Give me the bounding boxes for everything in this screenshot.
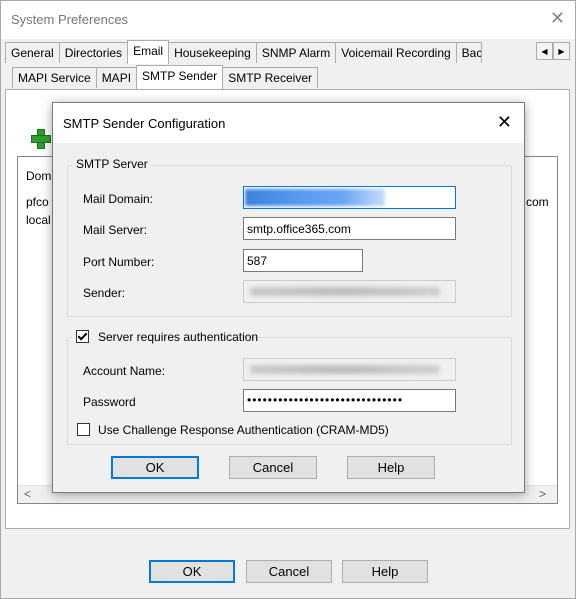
auth-checkbox-label[interactable]: Server requires authentication [98, 330, 258, 344]
dialog-ok-button[interactable]: OK [111, 456, 199, 479]
list-item[interactable]: pfco [26, 195, 49, 209]
tab-scroll-left-icon[interactable]: ◀ [536, 42, 553, 60]
cram-md5-checkbox[interactable] [77, 423, 90, 436]
mail-domain-input[interactable] [243, 186, 456, 209]
sender-input[interactable] [243, 280, 456, 303]
mail-domain-redacted-value [245, 189, 385, 206]
password-label: Password [83, 395, 136, 409]
tab-smtp-receiver[interactable]: SMTP Receiver [222, 67, 318, 88]
smtp-server-group-label: SMTP Server [73, 157, 151, 171]
window-close-icon[interactable]: ✕ [550, 9, 565, 27]
tab-smtp-sender[interactable]: SMTP Sender [136, 65, 224, 89]
mail-server-label: Mail Server: [83, 223, 148, 237]
cram-md5-label[interactable]: Use Challenge Response Authentication (C… [98, 423, 389, 437]
window-titlebar: System Preferences ✕ [1, 1, 575, 39]
port-number-label: Port Number: [83, 255, 155, 269]
tab-scroll-buttons: ◀ ▶ [536, 42, 570, 60]
sender-label: Sender: [83, 286, 126, 300]
account-name-redacted-value [250, 365, 440, 374]
smtp-sender-dialog: SMTP Sender Configuration ✕ SMTP Server … [52, 102, 525, 493]
tab-scroll-right-icon[interactable]: ▶ [553, 42, 570, 60]
scroll-right-icon[interactable]: > [539, 487, 546, 501]
list-item-overflow: com [526, 195, 549, 209]
tab-email[interactable]: Email [127, 40, 170, 64]
account-name-input[interactable] [243, 358, 456, 381]
scroll-left-icon[interactable]: < [24, 487, 31, 501]
add-icon[interactable] [31, 129, 51, 149]
dialog-cancel-button[interactable]: Cancel [229, 456, 317, 479]
tab-mapi-service[interactable]: MAPI Service [12, 67, 97, 88]
window-title: System Preferences [11, 12, 129, 27]
dialog-close-icon[interactable]: ✕ [497, 113, 512, 131]
auth-checkbox-wrapper: Server requires authentication [73, 329, 258, 345]
list-item[interactable]: local [26, 213, 51, 227]
tab-general[interactable]: General [5, 42, 60, 63]
mail-domain-label: Mail Domain: [83, 192, 154, 206]
tab-housekeeping[interactable]: Housekeeping [168, 42, 257, 63]
system-preferences-window: System Preferences ✕ General Directories… [0, 0, 576, 599]
tab-snmp-alarm[interactable]: SNMP Alarm [255, 42, 337, 63]
main-ok-button[interactable]: OK [149, 560, 235, 583]
list-column-header: Dom [26, 169, 52, 183]
mail-server-input[interactable]: smtp.office365.com [243, 217, 456, 240]
auth-checkbox[interactable] [76, 330, 89, 343]
port-number-input[interactable]: 587 [243, 249, 363, 272]
tab-backup-partial[interactable]: Bac [455, 42, 482, 63]
tab-voicemail-recording[interactable]: Voicemail Recording [335, 42, 457, 63]
dialog-titlebar: SMTP Sender Configuration ✕ [53, 103, 524, 143]
dialog-help-button[interactable]: Help [347, 456, 435, 479]
tab-row-main: General Directories Email Housekeeping S… [5, 40, 482, 64]
tab-mapi[interactable]: MAPI [95, 67, 138, 88]
account-name-label: Account Name: [83, 364, 166, 378]
tab-directories[interactable]: Directories [58, 42, 129, 63]
tab-row-email: MAPI Service MAPI SMTP Sender SMTP Recei… [12, 65, 318, 89]
sender-redacted-value [250, 287, 440, 296]
main-cancel-button[interactable]: Cancel [246, 560, 332, 583]
main-help-button[interactable]: Help [342, 560, 428, 583]
password-input[interactable]: •••••••••••••••••••••••••••••• [243, 389, 456, 412]
dialog-title: SMTP Sender Configuration [63, 116, 226, 131]
